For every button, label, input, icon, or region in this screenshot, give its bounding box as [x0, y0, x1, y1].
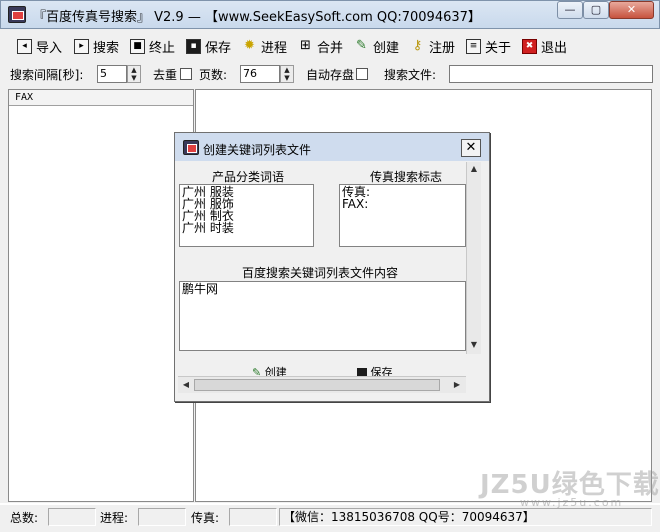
autosave-checkbox[interactable] [356, 68, 368, 80]
fax-marks-caption: 传真搜索标志 [370, 170, 443, 184]
toolbar-search-button[interactable]: ▸ 搜索 [74, 36, 119, 56]
dialog-vertical-scrollbar[interactable]: ▲ ▼ [466, 162, 481, 354]
dedupe-checkbox[interactable] [180, 68, 192, 80]
progress-value [138, 508, 186, 526]
toolbar-merge-button[interactable]: ⊞ 合并 [298, 36, 343, 56]
watermark-url: www.jz5u.com [520, 496, 624, 509]
scroll-up-icon[interactable]: ▲ [467, 162, 481, 176]
stop-icon: ■ [130, 38, 145, 54]
toolbar-stop-button[interactable]: ■ 终止 [130, 36, 175, 56]
import-icon: ◂ [17, 38, 32, 54]
merge-icon: ⊞ [300, 37, 311, 53]
fax-count-value [229, 508, 277, 526]
toolbar-label: 创建 [373, 40, 400, 56]
toolbar-label: 注册 [429, 40, 456, 56]
contact-info: 【微信：13815036708 QQ号：70094637】 [279, 508, 652, 526]
fax-list-pane[interactable]: FAX [8, 89, 194, 502]
toolbar-save-button[interactable]: ▪ 保存 [186, 36, 231, 56]
app-icon [8, 6, 26, 23]
dialog-create-button[interactable]: ✎ 创建 [252, 364, 287, 376]
toolbar-import-button[interactable]: ◂ 导入 [17, 36, 62, 56]
toolbar-exit-button[interactable]: ✖ 退出 [522, 36, 567, 56]
toolbar-label: 退出 [541, 40, 568, 56]
toolbar-label: 终止 [149, 40, 176, 56]
save-button-label: 保存 [370, 366, 393, 376]
interval-input[interactable]: 5 [97, 65, 127, 83]
create-icon: ✎ [252, 366, 262, 376]
fax-count-label: 传真: [191, 511, 220, 525]
interval-spinner[interactable]: ▲ ▼ [127, 65, 141, 83]
toolbar-label: 关于 [485, 40, 512, 56]
scroll-down-icon[interactable]: ▼ [467, 338, 481, 352]
toolbar-label: 导入 [36, 40, 63, 56]
dialog-title: 创建关键词列表文件 [203, 143, 312, 157]
content-caption: 百度搜索关键词列表文件内容 [242, 266, 399, 280]
toolbar-label: 保存 [205, 40, 232, 56]
dialog-horizontal-scrollbar[interactable]: ◀ ▶ [178, 376, 466, 393]
autosave-label: 自动存盘 [306, 68, 355, 82]
dedupe-label: 去重 [153, 68, 178, 82]
search-play-icon: ▸ [74, 38, 89, 54]
toolbar-progress-button[interactable]: ✹ 进程 [242, 36, 287, 56]
categories-textarea[interactable]: 广州 服装 广州 服饰 广州 制衣 广州 时装 [179, 184, 314, 247]
content-textarea[interactable]: 鹏牛网 [179, 281, 466, 351]
categories-caption: 产品分类词语 [212, 170, 285, 184]
lightbulb-icon: ✹ [244, 37, 255, 53]
fax-marks-textarea[interactable]: 传真: FAX: [339, 184, 466, 247]
scroll-right-icon[interactable]: ▶ [450, 377, 464, 393]
about-icon: ≡ [466, 38, 481, 54]
window-title: 『百度传真号搜索』 V2.9 — 【www.SeekEasySoft.com Q… [33, 10, 481, 25]
resize-grip-icon[interactable] [466, 376, 481, 393]
search-file-input[interactable] [449, 65, 653, 83]
key-icon: ⚷ [412, 37, 423, 53]
total-label: 总数: [10, 511, 39, 525]
dialog-app-icon [183, 140, 199, 155]
interval-label: 搜索间隔[秒]: [10, 68, 84, 82]
pages-label: 页数: [199, 68, 228, 82]
scroll-left-icon[interactable]: ◀ [179, 377, 193, 393]
exit-icon: ✖ [522, 38, 537, 54]
toolbar-create-button[interactable]: ✎ 创建 [354, 36, 399, 56]
total-value [48, 508, 96, 526]
save-icon: ▪ [186, 38, 201, 54]
close-button[interactable]: ✕ [609, 1, 654, 19]
progress-label: 进程: [100, 511, 129, 525]
create-button-label: 创建 [264, 366, 287, 376]
pages-spinner[interactable]: ▲ ▼ [280, 65, 294, 83]
search-file-label: 搜索文件: [384, 68, 437, 82]
toolbar-label: 搜索 [93, 40, 120, 56]
create-icon: ✎ [356, 37, 367, 53]
toolbar-register-button[interactable]: ⚷ 注册 [410, 36, 455, 56]
fax-column-header[interactable]: FAX [9, 90, 193, 106]
dialog-save-button[interactable]: 保存 [357, 364, 393, 376]
minimize-button[interactable]: — [557, 1, 583, 19]
dialog-close-button[interactable]: ✕ [461, 139, 481, 157]
pages-input[interactable]: 76 [240, 65, 280, 83]
toolbar-about-button[interactable]: ≡ 关于 [466, 36, 511, 56]
toolbar-label: 进程 [261, 40, 288, 56]
toolbar-label: 合并 [317, 40, 344, 56]
save-icon [357, 368, 367, 376]
scroll-thumb[interactable] [194, 379, 440, 391]
maximize-button[interactable]: ▢ [583, 1, 609, 19]
